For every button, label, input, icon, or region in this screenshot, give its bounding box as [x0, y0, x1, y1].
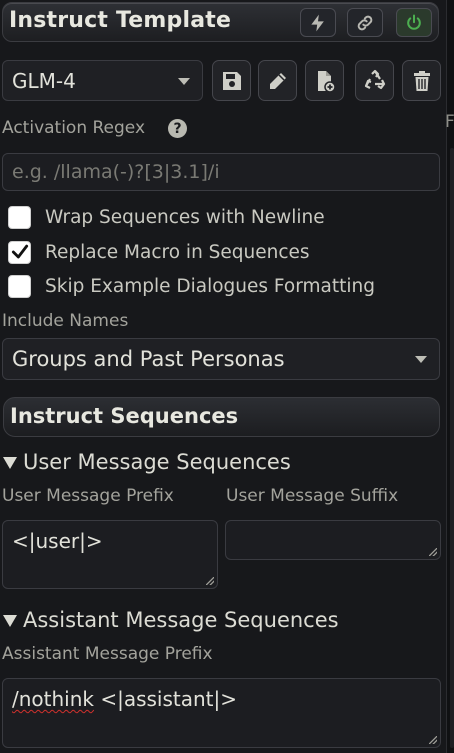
resize-grip-icon[interactable] — [429, 548, 437, 556]
user-suffix-label: User Message Suffix — [226, 486, 399, 506]
resize-grip-icon[interactable] — [206, 577, 214, 585]
instruct-template-panel: Instruct Template GLM-4 Activation Regex… — [0, 0, 446, 753]
activation-regex-label: Activation Regex — [2, 118, 146, 138]
new-preset-button[interactable] — [305, 60, 344, 101]
chevron-down-icon — [415, 356, 427, 363]
adjacent-panel-field — [450, 148, 454, 748]
skip-examples-checkbox[interactable] — [8, 274, 31, 298]
include-names-label: Include Names — [2, 311, 129, 331]
checkmark-icon — [11, 244, 28, 259]
instruct-template-header: Instruct Template — [2, 2, 439, 42]
preset-select[interactable]: GLM-4 — [2, 60, 203, 101]
user-sequences-toggle[interactable]: User Message Sequences — [3, 450, 291, 474]
assistant-prefix-rest: <|assistant|> — [93, 687, 238, 711]
include-names-selected-value: Groups and Past Personas — [12, 347, 285, 371]
wrap-sequences-label: Wrap Sequences with Newline — [45, 206, 325, 228]
wrap-sequences-checkbox-row[interactable]: Wrap Sequences with Newline — [8, 205, 325, 229]
link-button[interactable] — [347, 8, 383, 37]
section-title: Instruct Sequences — [10, 404, 239, 428]
activation-regex-input[interactable]: e.g. /llama(-)?[3|3.1]/i — [2, 153, 440, 191]
pencil-icon — [269, 72, 286, 89]
skip-examples-label: Skip Example Dialogues Formatting — [45, 275, 375, 297]
user-prefix-value: <|user|> — [12, 529, 103, 553]
enable-toggle-button[interactable] — [396, 8, 432, 37]
spellcheck-word: /nothink — [12, 687, 94, 711]
restore-default-button[interactable] — [355, 60, 394, 101]
include-names-select[interactable]: Groups and Past Personas — [2, 338, 440, 380]
replace-macro-checkbox-row[interactable]: Replace Macro in Sequences — [8, 240, 310, 264]
recycle-icon — [364, 69, 385, 89]
delete-preset-button[interactable] — [402, 60, 441, 101]
link-icon — [357, 15, 373, 30]
trash-icon — [413, 70, 430, 91]
instruct-sequences-header: Instruct Sequences — [3, 397, 440, 437]
user-suffix-textarea[interactable] — [225, 520, 441, 560]
resize-grip-icon[interactable] — [429, 736, 437, 744]
save-preset-button[interactable] — [212, 60, 251, 101]
replace-macro-checkbox[interactable] — [8, 240, 31, 264]
triangle-down-icon — [3, 457, 17, 469]
rename-preset-button[interactable] — [258, 60, 297, 101]
triangle-down-icon — [3, 615, 17, 627]
chevron-down-icon — [178, 77, 190, 85]
replace-macro-label: Replace Macro in Sequences — [45, 241, 310, 263]
assistant-sequences-heading: Assistant Message Sequences — [23, 608, 339, 632]
power-icon — [407, 14, 421, 30]
activation-regex-placeholder: e.g. /llama(-)?[3|3.1]/i — [12, 161, 220, 183]
bolt-icon — [311, 14, 324, 31]
assistant-sequences-toggle[interactable]: Assistant Message Sequences — [3, 608, 339, 632]
assistant-prefix-label: Assistant Message Prefix — [2, 644, 213, 664]
help-icon[interactable]: ? — [168, 119, 187, 138]
adjacent-panel-edge: F — [445, 0, 454, 753]
preset-selected-value: GLM-4 — [12, 68, 76, 93]
skip-examples-checkbox-row[interactable]: Skip Example Dialogues Formatting — [8, 274, 375, 298]
panel-title: Instruct Template — [9, 8, 232, 33]
user-sequences-heading: User Message Sequences — [23, 450, 291, 474]
file-plus-icon — [317, 70, 336, 93]
adjacent-panel-label: F — [445, 112, 454, 132]
wrap-sequences-checkbox[interactable] — [8, 205, 31, 229]
user-prefix-textarea[interactable]: <|user|> — [2, 520, 218, 589]
user-prefix-label: User Message Prefix — [2, 486, 174, 506]
save-icon — [222, 71, 241, 90]
bind-to-context-button[interactable] — [300, 8, 336, 37]
assistant-prefix-textarea[interactable]: /nothink <|assistant|> — [2, 678, 441, 748]
